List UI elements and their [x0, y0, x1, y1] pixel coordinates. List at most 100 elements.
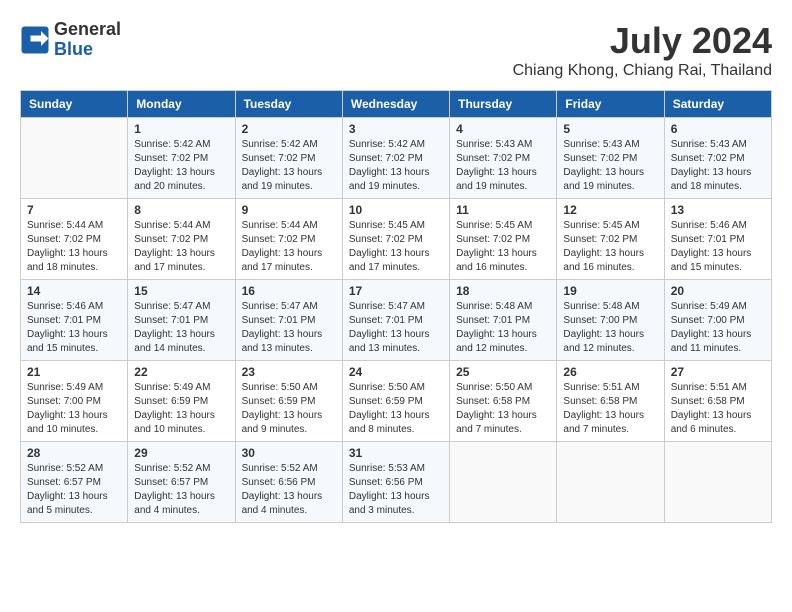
day-info: Sunrise: 5:42 AMSunset: 7:02 PMDaylight:…: [242, 138, 336, 194]
day-number: 31: [349, 446, 443, 460]
month-title: July 2024: [513, 20, 772, 62]
weekday-header-cell: Monday: [128, 91, 235, 118]
day-number: 1: [134, 122, 228, 136]
day-number: 19: [563, 284, 657, 298]
calendar-cell: 1 Sunrise: 5:42 AMSunset: 7:02 PMDaylight…: [128, 118, 235, 199]
day-info: Sunrise: 5:52 AMSunset: 6:56 PMDaylight:…: [242, 462, 336, 518]
weekday-header-cell: Tuesday: [235, 91, 342, 118]
calendar-cell: 17 Sunrise: 5:47 AMSunset: 7:01 PMDayligh…: [342, 280, 449, 361]
day-info: Sunrise: 5:46 AMSunset: 7:01 PMDaylight:…: [27, 300, 121, 356]
day-number: 6: [671, 122, 765, 136]
day-info: Sunrise: 5:49 AMSunset: 7:00 PMDaylight:…: [27, 381, 121, 437]
calendar-cell: 31 Sunrise: 5:53 AMSunset: 6:56 PMDayligh…: [342, 442, 449, 523]
logo-text: General Blue: [54, 20, 121, 60]
location: Chiang Khong, Chiang Rai, Thailand: [513, 62, 772, 80]
calendar-cell: 27 Sunrise: 5:51 AMSunset: 6:58 PMDayligh…: [664, 361, 771, 442]
day-info: Sunrise: 5:50 AMSunset: 6:59 PMDaylight:…: [242, 381, 336, 437]
calendar-week-row: 21Sunrise: 5:49 AMSunset: 7:00 PMDayligh…: [21, 361, 772, 442]
day-info: Sunrise: 5:50 AMSunset: 6:58 PMDaylight:…: [456, 381, 550, 437]
day-info: Sunrise: 5:50 AMSunset: 6:59 PMDaylight:…: [349, 381, 443, 437]
day-info: Sunrise: 5:42 AMSunset: 7:02 PMDaylight:…: [349, 138, 443, 194]
day-info: Sunrise: 5:52 AMSunset: 6:57 PMDaylight:…: [27, 462, 121, 518]
day-info: Sunrise: 5:52 AMSunset: 6:57 PMDaylight:…: [134, 462, 228, 518]
calendar-cell: [21, 118, 128, 199]
calendar-cell: 11 Sunrise: 5:45 AMSunset: 7:02 PMDayligh…: [450, 199, 557, 280]
day-info: Sunrise: 5:49 AMSunset: 7:00 PMDaylight:…: [671, 300, 765, 356]
day-number: 18: [456, 284, 550, 298]
day-info: Sunrise: 5:48 AMSunset: 7:01 PMDaylight:…: [456, 300, 550, 356]
day-number: 9: [242, 203, 336, 217]
day-number: 27: [671, 365, 765, 379]
day-number: 20: [671, 284, 765, 298]
calendar-cell: [557, 442, 664, 523]
day-number: 3: [349, 122, 443, 136]
day-info: Sunrise: 5:43 AMSunset: 7:02 PMDaylight:…: [563, 138, 657, 194]
day-info: Sunrise: 5:48 AMSunset: 7:00 PMDaylight:…: [563, 300, 657, 356]
weekday-header-cell: Thursday: [450, 91, 557, 118]
day-info: Sunrise: 5:44 AMSunset: 7:02 PMDaylight:…: [134, 219, 228, 275]
day-info: Sunrise: 5:43 AMSunset: 7:02 PMDaylight:…: [671, 138, 765, 194]
calendar-cell: 5 Sunrise: 5:43 AMSunset: 7:02 PMDaylight…: [557, 118, 664, 199]
day-number: 5: [563, 122, 657, 136]
day-number: 25: [456, 365, 550, 379]
day-number: 8: [134, 203, 228, 217]
day-info: Sunrise: 5:49 AMSunset: 6:59 PMDaylight:…: [134, 381, 228, 437]
calendar-week-row: 28Sunrise: 5:52 AMSunset: 6:57 PMDayligh…: [21, 442, 772, 523]
calendar-cell: 23Sunrise: 5:50 AMSunset: 6:59 PMDayligh…: [235, 361, 342, 442]
day-info: Sunrise: 5:51 AMSunset: 6:58 PMDaylight:…: [671, 381, 765, 437]
calendar-cell: 25 Sunrise: 5:50 AMSunset: 6:58 PMDayligh…: [450, 361, 557, 442]
day-number: 10: [349, 203, 443, 217]
calendar-cell: 4 Sunrise: 5:43 AMSunset: 7:02 PMDaylight…: [450, 118, 557, 199]
day-info: Sunrise: 5:43 AMSunset: 7:02 PMDaylight:…: [456, 138, 550, 194]
day-number: 2: [242, 122, 336, 136]
day-number: 11: [456, 203, 550, 217]
calendar-cell: 22 Sunrise: 5:49 AMSunset: 6:59 PMDayligh…: [128, 361, 235, 442]
weekday-header-row: SundayMondayTuesdayWednesdayThursdayFrid…: [21, 91, 772, 118]
day-number: 29: [134, 446, 228, 460]
weekday-header-cell: Friday: [557, 91, 664, 118]
calendar-cell: 10 Sunrise: 5:45 AMSunset: 7:02 PMDayligh…: [342, 199, 449, 280]
calendar-cell: 28Sunrise: 5:52 AMSunset: 6:57 PMDayligh…: [21, 442, 128, 523]
day-info: Sunrise: 5:45 AMSunset: 7:02 PMDaylight:…: [456, 219, 550, 275]
calendar-cell: 13Sunrise: 5:46 AMSunset: 7:01 PMDayligh…: [664, 199, 771, 280]
calendar-cell: 19 Sunrise: 5:48 AMSunset: 7:00 PMDayligh…: [557, 280, 664, 361]
day-info: Sunrise: 5:53 AMSunset: 6:56 PMDaylight:…: [349, 462, 443, 518]
day-number: 30: [242, 446, 336, 460]
day-info: Sunrise: 5:47 AMSunset: 7:01 PMDaylight:…: [134, 300, 228, 356]
day-number: 7: [27, 203, 121, 217]
day-number: 24: [349, 365, 443, 379]
calendar-cell: 6 Sunrise: 5:43 AMSunset: 7:02 PMDaylight…: [664, 118, 771, 199]
day-info: Sunrise: 5:51 AMSunset: 6:58 PMDaylight:…: [563, 381, 657, 437]
weekday-header-cell: Wednesday: [342, 91, 449, 118]
day-number: 26: [563, 365, 657, 379]
day-info: Sunrise: 5:42 AMSunset: 7:02 PMDaylight:…: [134, 138, 228, 194]
calendar-cell: 29 Sunrise: 5:52 AMSunset: 6:57 PMDayligh…: [128, 442, 235, 523]
day-info: Sunrise: 5:47 AMSunset: 7:01 PMDaylight:…: [349, 300, 443, 356]
day-number: 17: [349, 284, 443, 298]
day-number: 22: [134, 365, 228, 379]
calendar-table: SundayMondayTuesdayWednesdayThursdayFrid…: [20, 90, 772, 523]
calendar-cell: 20 Sunrise: 5:49 AMSunset: 7:00 PMDayligh…: [664, 280, 771, 361]
calendar-cell: 15 Sunrise: 5:47 AMSunset: 7:01 PMDayligh…: [128, 280, 235, 361]
calendar-cell: 8 Sunrise: 5:44 AMSunset: 7:02 PMDaylight…: [128, 199, 235, 280]
calendar-cell: 30 Sunrise: 5:52 AMSunset: 6:56 PMDayligh…: [235, 442, 342, 523]
calendar-cell: [664, 442, 771, 523]
calendar-cell: 18 Sunrise: 5:48 AMSunset: 7:01 PMDayligh…: [450, 280, 557, 361]
day-number: 16: [242, 284, 336, 298]
calendar-cell: 14Sunrise: 5:46 AMSunset: 7:01 PMDayligh…: [21, 280, 128, 361]
calendar-week-row: 1 Sunrise: 5:42 AMSunset: 7:02 PMDaylight…: [21, 118, 772, 199]
calendar-cell: 2 Sunrise: 5:42 AMSunset: 7:02 PMDaylight…: [235, 118, 342, 199]
logo-line1: General: [54, 19, 121, 39]
weekday-header-cell: Saturday: [664, 91, 771, 118]
day-number: 15: [134, 284, 228, 298]
weekday-header-cell: Sunday: [21, 91, 128, 118]
calendar-cell: 24 Sunrise: 5:50 AMSunset: 6:59 PMDayligh…: [342, 361, 449, 442]
calendar-body: 1 Sunrise: 5:42 AMSunset: 7:02 PMDaylight…: [21, 118, 772, 523]
day-number: 4: [456, 122, 550, 136]
calendar-cell: [450, 442, 557, 523]
day-info: Sunrise: 5:44 AMSunset: 7:02 PMDaylight:…: [242, 219, 336, 275]
calendar-week-row: 14Sunrise: 5:46 AMSunset: 7:01 PMDayligh…: [21, 280, 772, 361]
day-info: Sunrise: 5:45 AMSunset: 7:02 PMDaylight:…: [563, 219, 657, 275]
day-info: Sunrise: 5:45 AMSunset: 7:02 PMDaylight:…: [349, 219, 443, 275]
day-info: Sunrise: 5:44 AMSunset: 7:02 PMDaylight:…: [27, 219, 121, 275]
